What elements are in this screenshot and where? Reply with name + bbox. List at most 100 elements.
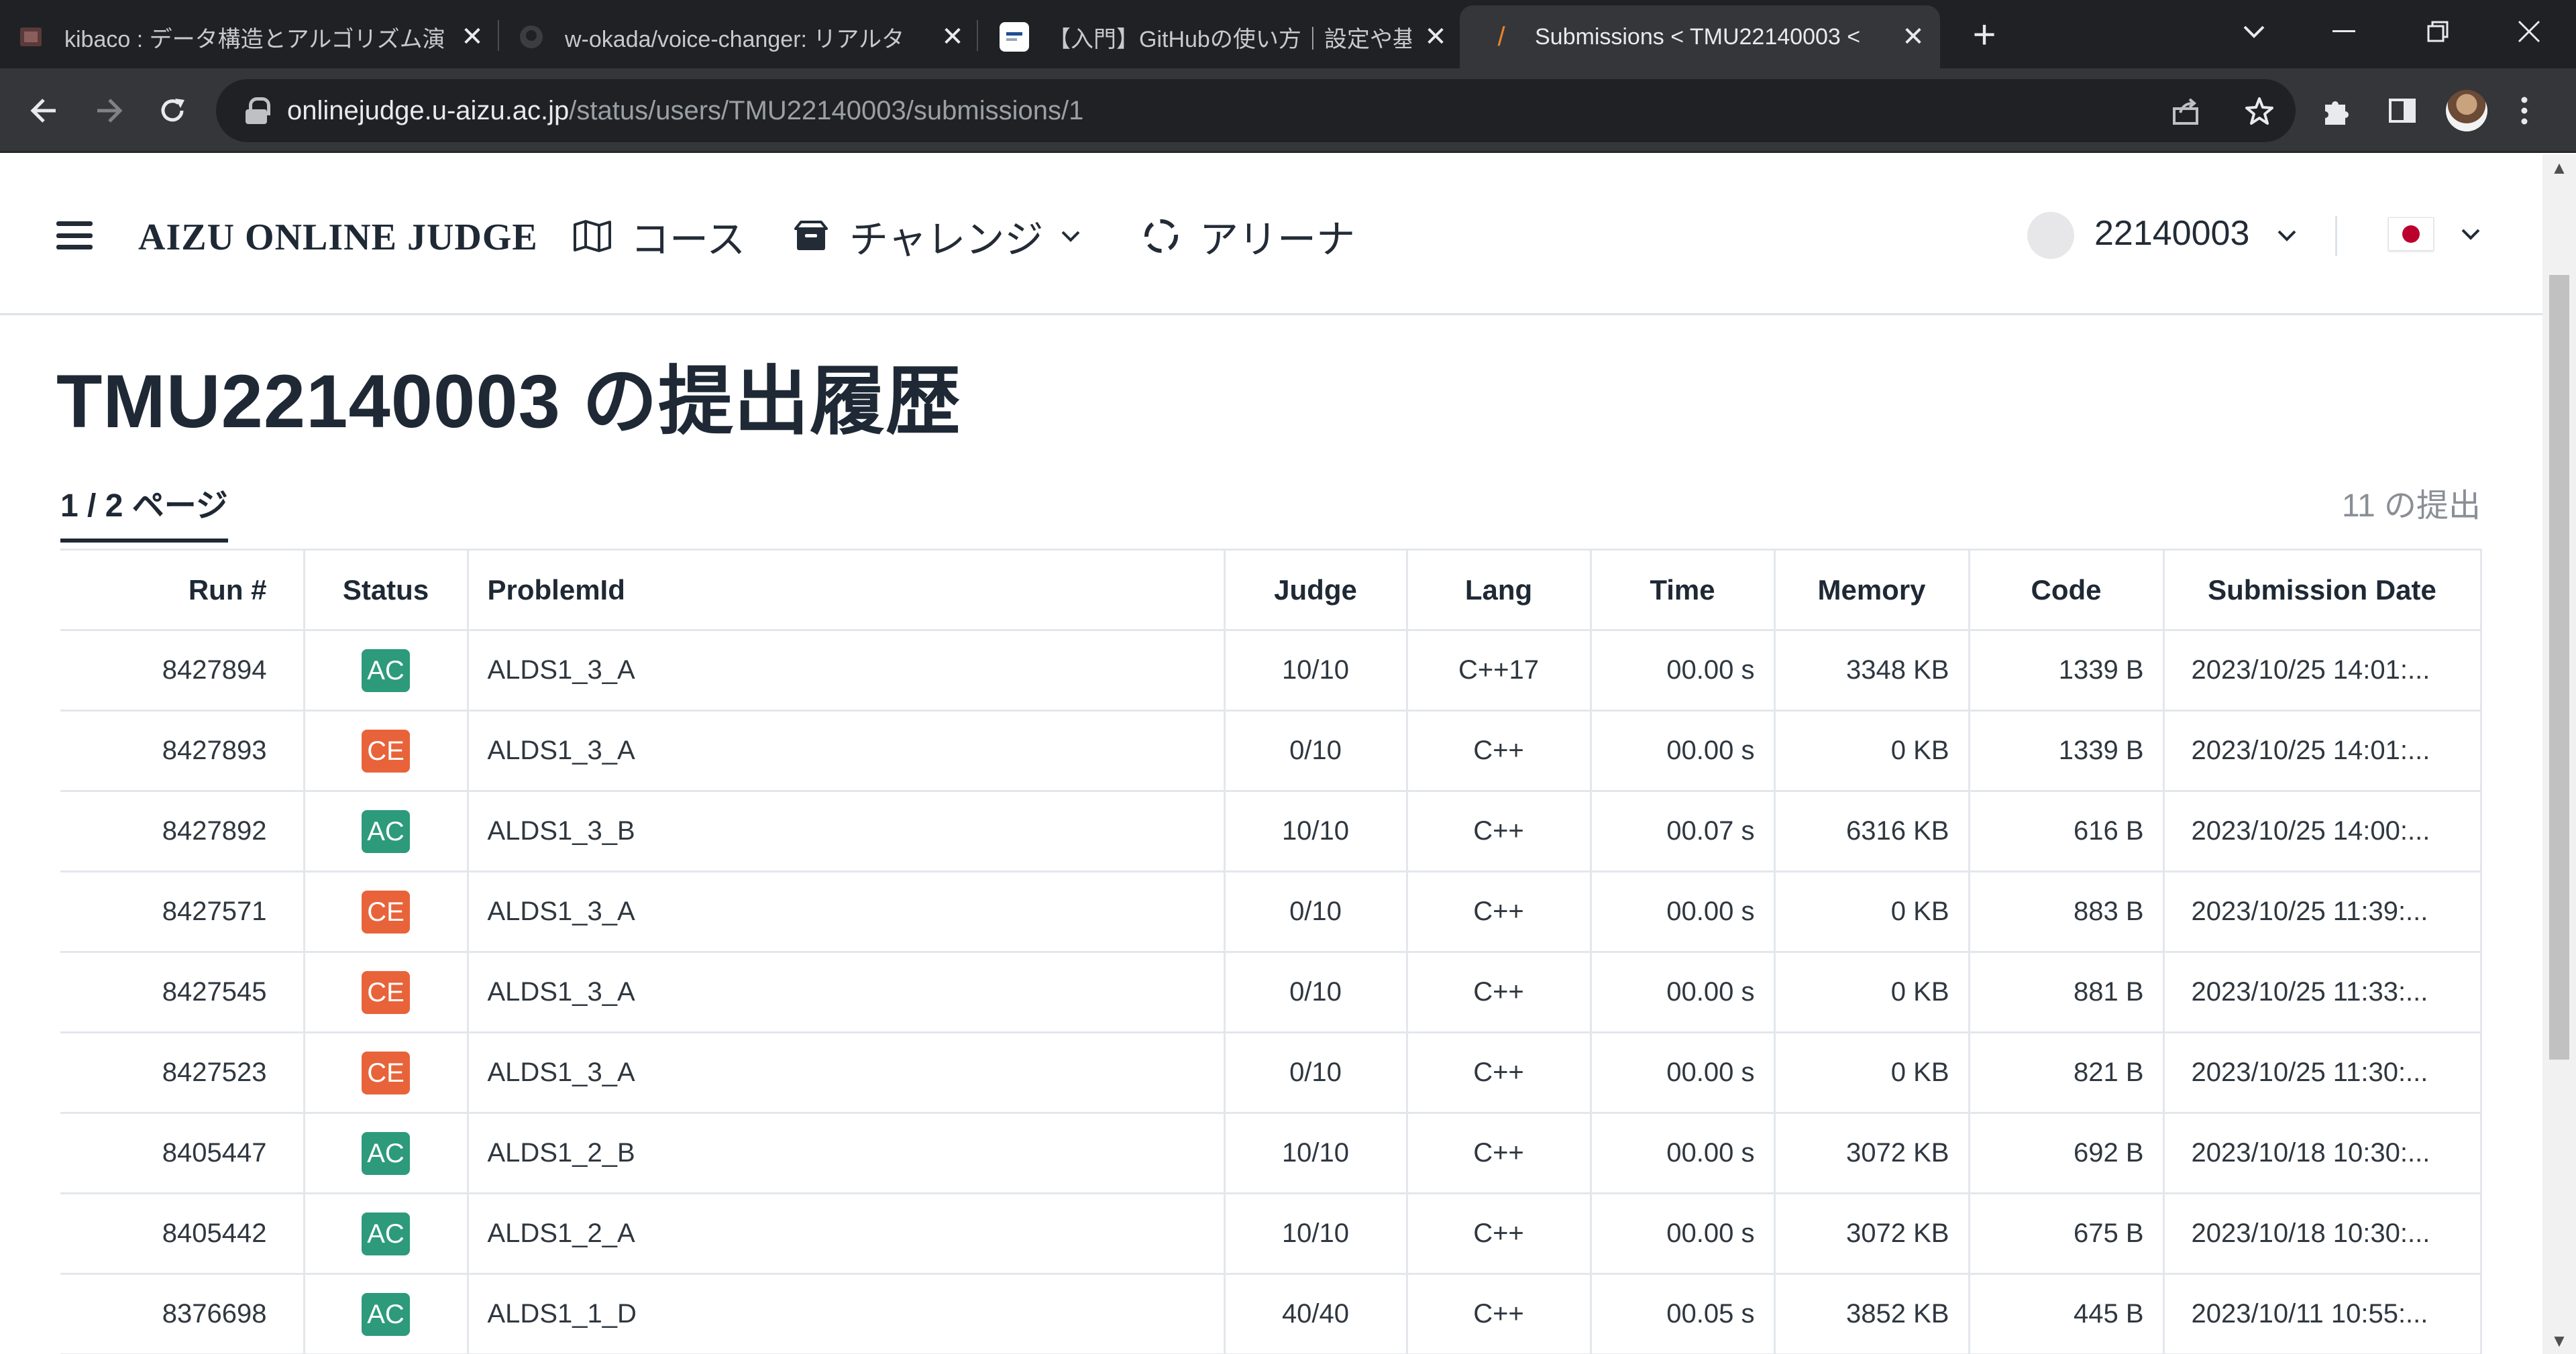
browser-tab-github-guide[interactable]: 【入門】GitHubの使い方｜設定や基 ✕ [1000,5,1449,68]
chevron-down-icon[interactable] [2461,228,2481,240]
problem-id[interactable]: ALDS1_2_B [466,1112,1226,1194]
table-row[interactable]: 8427545 CE ALDS1_3_A 0/10 C++ 00.00 s0 KB 881 … [60,951,2482,1033]
status-badge[interactable]: CE [362,890,410,934]
judge-result: 10/10 [1223,629,1408,712]
user-avatar[interactable] [2027,212,2074,259]
run-id[interactable]: 8376698 [60,1273,305,1354]
status-cell: CE [303,951,469,1033]
run-id[interactable]: 8427893 [60,710,305,792]
col-header-code[interactable]: Code [1968,549,2165,631]
scroll-down-arrow-icon[interactable]: ▼ [2542,1327,2576,1354]
bookmark-star-icon[interactable] [2239,91,2279,131]
url-host: onlinejudge.u-aizu.ac.jp [287,95,570,125]
profile-avatar-icon[interactable] [2445,89,2489,133]
nav-challenge[interactable]: チャレンジ [790,211,1081,262]
col-header-run[interactable]: Run # [60,549,305,631]
table-row[interactable]: 8427893 CE ALDS1_3_A 0/10 C++ 00.00 s0 KB 1339… [60,710,2482,792]
cpu-time: 00.00 s [1589,1112,1776,1194]
status-cell: AC [303,629,469,712]
restore-button[interactable] [2411,8,2465,55]
table-row[interactable]: 8427892 AC ALDS1_3_B 10/10 C++ 00.07 s 6316 KB… [60,790,2482,872]
col-header-status[interactable]: Status [303,549,469,631]
page-content: AIZU ONLINE JUDGE コース チャレンジ アリーナ 2214000 [0,154,2542,1354]
tab-search-chevron-icon[interactable] [2227,8,2281,55]
pager-tab[interactable]: 1 / 2 ページ [60,479,228,526]
status-badge[interactable]: CE [362,970,410,1014]
scrollbar-thumb[interactable] [2549,275,2569,1060]
tab-close-icon[interactable]: ✕ [1422,22,1449,52]
col-header-memory[interactable]: Memory [1773,549,1970,631]
status-badge[interactable]: AC [362,1292,410,1336]
reload-button[interactable] [149,87,196,134]
run-id[interactable]: 8427545 [60,951,305,1033]
problem-id[interactable]: ALDS1_3_A [466,1031,1226,1114]
side-panel-icon[interactable] [2380,89,2424,133]
new-tab-button[interactable]: + [1966,15,2003,55]
table-row[interactable]: 8405447 AC ALDS1_2_B 10/10 C++ 00.00 s 3072 KB… [60,1112,2482,1194]
problem-id[interactable]: ALDS1_3_A [466,710,1226,792]
table-row[interactable]: 8376698 AC ALDS1_1_D 40/40 C++ 00.05 s 3852 KB… [60,1273,2482,1354]
run-id[interactable]: 8405442 [60,1192,305,1275]
col-header-judge[interactable]: Judge [1223,549,1408,631]
problem-id[interactable]: ALDS1_1_D [466,1273,1226,1354]
back-button[interactable] [20,87,67,134]
status-badge[interactable]: AC [362,1131,410,1175]
status-badge[interactable]: CE [362,729,410,773]
language: C++17 [1405,629,1592,712]
run-id[interactable]: 8427571 [60,870,305,953]
table-row[interactable]: 8427571 CE ALDS1_3_A 0/10 C++ 00.00 s0 KB 883 … [60,870,2482,953]
browser-tab-kibaco[interactable]: kibaco : データ構造とアルゴリズム演 ✕ [16,5,486,68]
window-close-button[interactable] [2502,8,2556,55]
forward-button[interactable] [86,87,133,134]
problem-id[interactable]: ALDS1_3_A [466,951,1226,1033]
tab-close-icon[interactable]: ✕ [459,22,486,52]
browser-tab-submissions[interactable]: / Submissions < TMU22140003 < ✕ [1460,5,1940,68]
browser-tab-voice-changer[interactable]: w-okada/voice-changer: リアルタ ✕ [517,5,966,68]
header-divider [2335,216,2337,256]
github-favicon-icon [517,22,546,52]
run-id[interactable]: 8405447 [60,1112,305,1194]
run-id[interactable]: 8427523 [60,1031,305,1114]
address-bar[interactable]: onlinejudge.u-aizu.ac.jp/status/users/TM… [216,79,2296,142]
status-badge[interactable]: AC [362,1212,410,1255]
nav-challenge-label: チャレンジ [849,218,1044,262]
problem-id[interactable]: ALDS1_3_B [466,790,1226,872]
problem-id[interactable]: ALDS1_2_A [466,1192,1226,1275]
nav-course[interactable]: コース [572,211,745,262]
nav-course-label: コース [631,218,746,262]
tab-close-icon[interactable]: ✕ [939,22,966,52]
problem-id[interactable]: ALDS1_3_A [466,870,1226,953]
cpu-time: 00.05 s [1589,1273,1776,1354]
minimize-button[interactable] [2317,8,2371,55]
japan-flag-icon[interactable] [2388,217,2434,251]
scroll-up-arrow-icon[interactable]: ▲ [2542,154,2576,181]
col-header-problem[interactable]: ProblemId [466,549,1226,631]
table-row[interactable]: 8405442 AC ALDS1_2_A 10/10 C++ 00.00 s 3072 KB… [60,1192,2482,1275]
code-size: 692 B [1968,1112,2165,1194]
memory-usage: 0 KB [1773,870,1970,953]
problem-id[interactable]: ALDS1_3_A [466,629,1226,712]
col-header-time[interactable]: Time [1589,549,1776,631]
col-header-date[interactable]: Submission Date [2162,549,2482,631]
status-badge[interactable]: AC [362,809,410,853]
status-badge[interactable]: CE [362,1051,410,1094]
user-menu[interactable]: 22140003 [2094,213,2297,253]
submission-date: 2023/10/25 14:01:... [2162,629,2482,712]
tab-close-icon[interactable]: ✕ [1900,22,1927,52]
nav-arena[interactable]: アリーナ [1140,211,1355,262]
share-icon[interactable] [2165,91,2206,131]
tab-title: Submissions < TMU22140003 < [1535,23,1861,50]
cpu-time: 00.00 s [1589,629,1776,712]
run-id[interactable]: 8427892 [60,790,305,872]
browser-menu-icon[interactable] [2508,89,2541,133]
extensions-puzzle-icon[interactable] [2314,89,2359,133]
table-row[interactable]: 8427894 AC ALDS1_3_A 10/10 C++17 00.00 s 3348 … [60,629,2482,712]
site-logo[interactable]: AIZU ONLINE JUDGE [138,216,538,259]
status-badge[interactable]: AC [362,648,410,692]
table-row[interactable]: 8427523 CE ALDS1_3_A 0/10 C++ 00.00 s0 KB 821 … [60,1031,2482,1114]
page-scrollbar[interactable]: ▲ ▼ [2542,154,2576,1354]
col-header-lang[interactable]: Lang [1405,549,1592,631]
nav-arena-label: アリーナ [1199,218,1356,262]
run-id[interactable]: 8427894 [60,629,305,712]
hamburger-menu-icon[interactable] [56,221,93,249]
